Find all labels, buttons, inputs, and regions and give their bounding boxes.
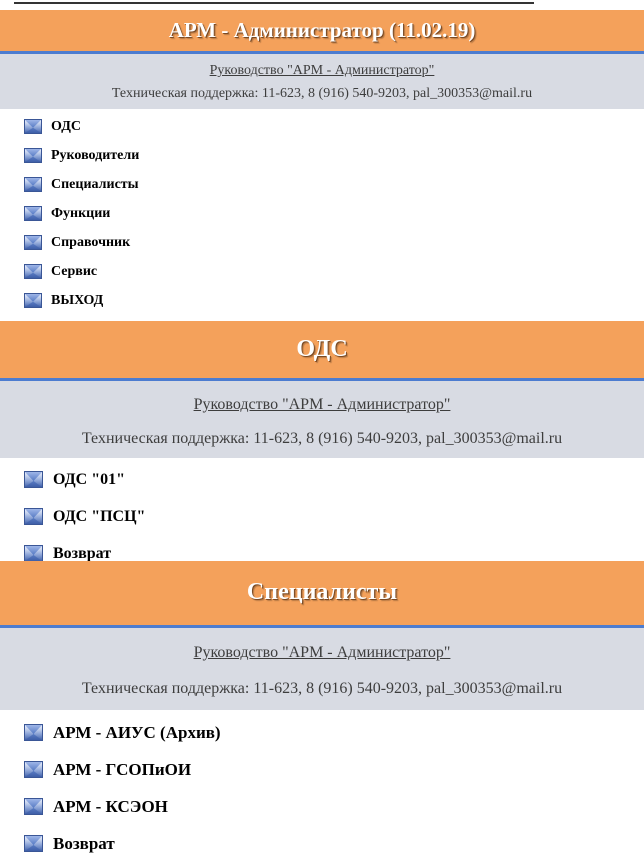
section-ods: ОДС Руководство "АРМ - Администратор" Те… (0, 321, 644, 572)
menu-item-service[interactable]: Сервис (24, 257, 644, 286)
menu-item-label: ОДС "01" (53, 470, 125, 488)
menu-item-arm-aius[interactable]: АРМ - АИУС (Архив) (24, 714, 644, 751)
envelope-icon (24, 761, 43, 778)
menu-item-arm-kseon[interactable]: АРМ - КСЭОН (24, 788, 644, 825)
menu-item-label: Возврат (53, 833, 115, 853)
guide-link[interactable]: Руководство "АРМ - Администратор" (0, 59, 644, 82)
envelope-icon (24, 206, 42, 221)
section-title: ОДС (0, 321, 644, 381)
envelope-icon (24, 798, 43, 815)
info-panel: Руководство "АРМ - Администратор" Технич… (0, 628, 644, 710)
section-title: Специалисты (0, 561, 644, 628)
menu-item-ods-psc[interactable]: ОДС "ПСЦ" (24, 498, 644, 535)
menu-item-label: ВЫХОД (51, 292, 104, 308)
info-panel: Руководство "АРМ - Администратор" Технич… (0, 381, 644, 458)
envelope-icon (24, 148, 42, 163)
guide-link[interactable]: Руководство "АРМ - Администратор" (0, 635, 644, 671)
menu-item-label: Сервис (51, 263, 98, 279)
envelope-icon (24, 235, 42, 250)
menu-item-label: ОДС (51, 118, 81, 134)
guide-link[interactable]: Руководство "АРМ - Администратор" (0, 388, 644, 422)
envelope-icon (24, 724, 43, 741)
menu-list: ОДС Руководители Специалисты Функции Спр… (0, 109, 644, 315)
support-text: Техническая поддержка: 11-623, 8 (916) 5… (111, 86, 533, 101)
menu-item-label: Руководители (51, 147, 140, 163)
menu-item-arm-gsopioi[interactable]: АРМ - ГСОПиОИ (24, 751, 644, 788)
section-specialists: Специалисты Руководство "АРМ - Администр… (0, 561, 644, 862)
support-text: Техническая поддержка: 11-623, 8 (916) 5… (81, 680, 563, 697)
menu-item-label: Справочник (51, 234, 131, 250)
menu-item-label: АРМ - АИУС (Архив) (53, 722, 221, 742)
cropped-top-text (0, 0, 644, 8)
envelope-icon (24, 545, 43, 562)
menu-item-label: Функции (51, 205, 111, 221)
menu-item-reference[interactable]: Справочник (24, 228, 644, 257)
menu-item-label: ОДС "ПСЦ" (53, 507, 146, 525)
support-text: Техническая поддержка: 11-623, 8 (916) 5… (81, 430, 563, 447)
menu-item-label: Возврат (53, 544, 112, 562)
info-panel: Руководство "АРМ - Администратор" Технич… (0, 54, 644, 109)
envelope-icon (24, 508, 43, 525)
menu-item-label: АРМ - ГСОПиОИ (53, 759, 192, 779)
menu-item-return[interactable]: Возврат (24, 825, 644, 862)
menu-item-label: АРМ - КСЭОН (53, 796, 168, 816)
section-title: АРМ - Администратор (11.02.19) (0, 10, 644, 54)
menu-item-functions[interactable]: Функции (24, 199, 644, 228)
envelope-icon (24, 471, 43, 488)
menu-list: ОДС "01" ОДС "ПСЦ" Возврат (0, 458, 644, 572)
menu-item-managers[interactable]: Руководители (24, 141, 644, 170)
menu-item-ods-01[interactable]: ОДС "01" (24, 461, 644, 498)
envelope-icon (24, 264, 42, 279)
menu-item-specialists[interactable]: Специалисты (24, 170, 644, 199)
menu-list: АРМ - АИУС (Архив) АРМ - ГСОПиОИ АРМ - К… (0, 710, 644, 862)
envelope-icon (24, 119, 42, 134)
envelope-icon (24, 177, 42, 192)
section-main-menu: АРМ - Администратор (11.02.19) Руководст… (0, 10, 644, 315)
envelope-icon (24, 835, 43, 852)
menu-item-exit[interactable]: ВЫХОД (24, 286, 644, 315)
menu-item-ods[interactable]: ОДС (24, 112, 644, 141)
envelope-icon (24, 293, 42, 308)
menu-item-label: Специалисты (51, 176, 139, 192)
